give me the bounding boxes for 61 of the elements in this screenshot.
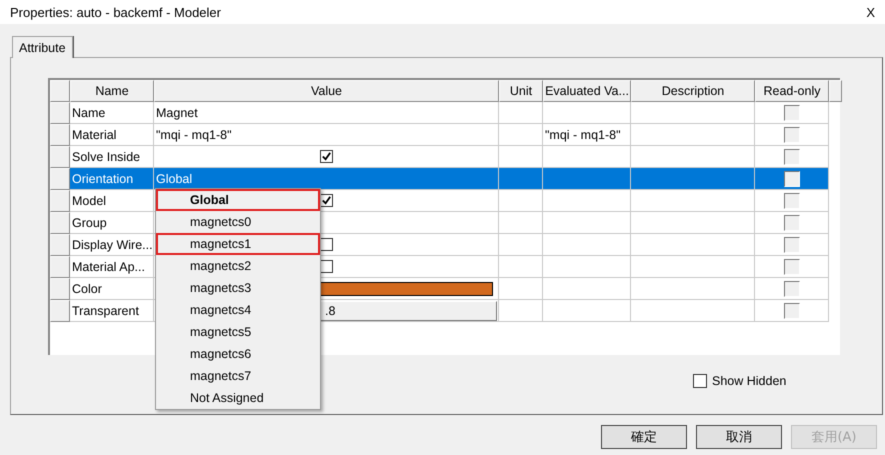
row-header[interactable] — [50, 146, 70, 168]
row-header[interactable] — [50, 212, 70, 234]
close-button[interactable]: X — [862, 4, 879, 20]
row-header[interactable] — [50, 102, 70, 124]
dropdown-item[interactable]: magnetcs6 — [156, 343, 320, 365]
dialog-button[interactable]: 確定 — [601, 425, 687, 449]
table-cell — [499, 102, 543, 124]
read-only-checkbox[interactable] — [784, 214, 800, 230]
row-header[interactable] — [50, 124, 70, 146]
read-only-checkbox[interactable] — [784, 258, 800, 274]
column-header[interactable]: Description — [631, 80, 755, 102]
table-cell[interactable]: Global — [154, 168, 499, 190]
column-header[interactable]: Value — [154, 80, 499, 102]
window-title: Properties: auto - backemf - Modeler — [10, 4, 221, 20]
show-hidden-checkbox[interactable] — [693, 374, 707, 388]
column-header[interactable]: Read-only — [755, 80, 829, 102]
read-only-checkbox[interactable] — [784, 236, 800, 252]
checkbox-label[interactable]: Show Hidden — [712, 374, 786, 388]
table-cell — [499, 168, 543, 190]
table-cell: Display Wire... — [70, 234, 154, 256]
column-header[interactable]: Name — [70, 80, 154, 102]
read-only-checkbox[interactable] — [784, 192, 800, 208]
read-only-checkbox[interactable] — [784, 280, 800, 296]
table-cell: "mqi - mq1-8" — [543, 124, 631, 146]
read-only-checkbox[interactable] — [784, 126, 800, 142]
read-only-checkbox[interactable] — [784, 148, 800, 164]
column-header[interactable]: Evaluated Va... — [543, 80, 631, 102]
table-cell: Material Ap... — [70, 256, 154, 278]
row-header[interactable] — [50, 256, 70, 278]
dropdown-item[interactable]: magnetcs0 — [156, 211, 320, 233]
table-cell — [499, 124, 543, 146]
row-header[interactable] — [50, 168, 70, 190]
row-header[interactable] — [50, 300, 70, 322]
row-header[interactable] — [50, 234, 70, 256]
dropdown-item[interactable]: magnetcs5 — [156, 321, 320, 343]
read-only-checkbox[interactable] — [784, 104, 800, 120]
dropdown-item[interactable]: magnetcs4 — [156, 299, 320, 321]
table-cell: Group — [70, 212, 154, 234]
dropdown-item[interactable]: magnetcs1 — [156, 233, 320, 255]
table-cell: Name — [70, 102, 154, 124]
column-header[interactable]: Unit — [499, 80, 543, 102]
table-cell: Material — [70, 124, 154, 146]
dialog-button[interactable]: 取消 — [696, 425, 782, 449]
dropdown-item[interactable]: magnetcs7 — [156, 365, 320, 387]
checkbox[interactable] — [320, 150, 332, 163]
table-cell: Color — [70, 278, 154, 300]
dropdown-item[interactable]: magnetcs3 — [156, 277, 320, 299]
dropdown-item[interactable]: Not Assigned — [156, 387, 320, 409]
table-cell: Orientation — [70, 168, 154, 190]
table-cell: Model — [70, 190, 154, 212]
dropdown-item[interactable]: Global — [156, 189, 320, 211]
table-cell — [499, 300, 543, 322]
table-cell[interactable]: Magnet — [154, 102, 499, 124]
read-only-checkbox[interactable] — [784, 170, 800, 186]
row-header[interactable] — [50, 278, 70, 300]
table-cell[interactable]: "mqi - mq1-8" — [154, 124, 499, 146]
table-cell: Transparent — [70, 300, 154, 322]
dropdown-item[interactable]: magnetcs2 — [156, 255, 320, 277]
tab[interactable]: Attribute — [12, 36, 73, 58]
row-header[interactable] — [50, 190, 70, 212]
read-only-checkbox[interactable] — [784, 302, 800, 318]
